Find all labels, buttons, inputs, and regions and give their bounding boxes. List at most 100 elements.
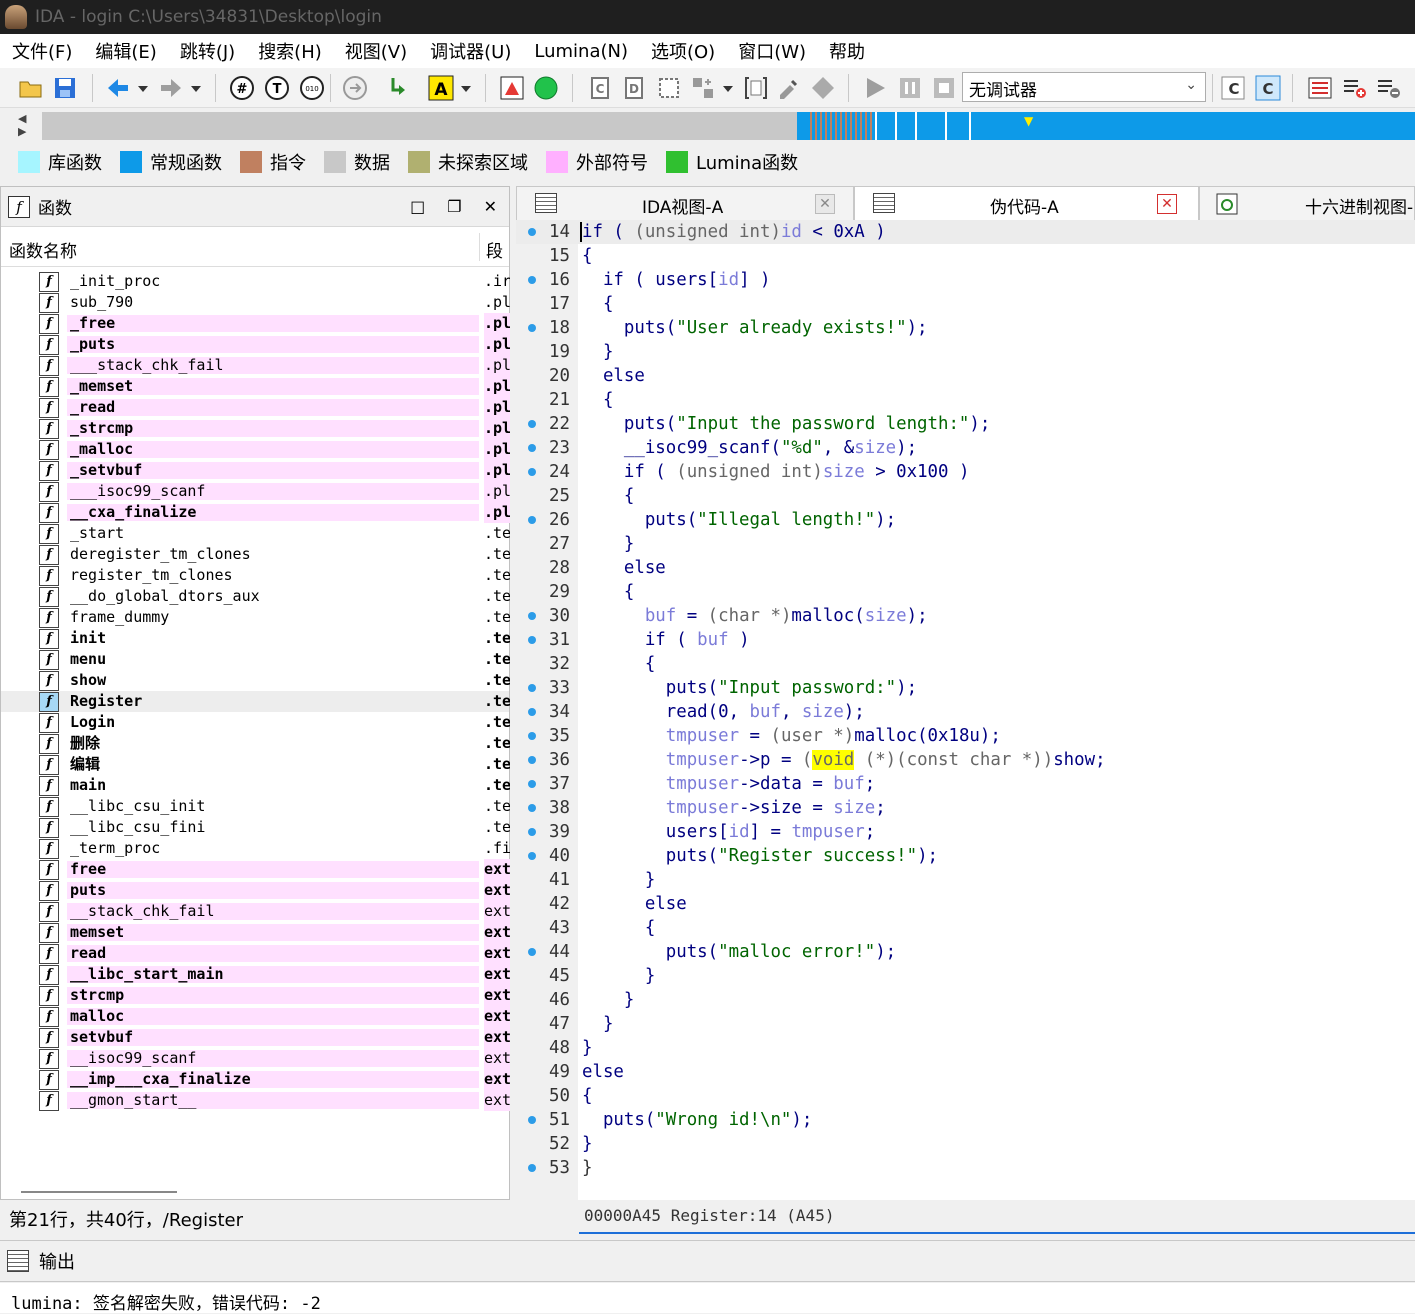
code-line[interactable]: 50 { [516, 1084, 1415, 1108]
function-row[interactable]: f _strcmp .pl [1, 418, 510, 439]
function-icon[interactable] [656, 75, 682, 101]
struct-icon[interactable] [690, 75, 716, 101]
function-row[interactable]: f setvbuf ext [1, 1027, 510, 1048]
function-row[interactable]: f __libc_csu_fini .te [1, 817, 510, 838]
diamond-icon[interactable] [810, 75, 836, 101]
code-line[interactable]: 16 if ( users[id] ) [516, 268, 1415, 292]
back-arrow-icon[interactable] [105, 75, 131, 101]
code-line[interactable]: 22 puts("Input the password length:"); [516, 412, 1415, 436]
function-row[interactable]: f __isoc99_scanf ext [1, 1048, 510, 1069]
code-line[interactable]: 26 puts("Illegal length!"); [516, 508, 1415, 532]
breakpoint-dot-icon[interactable] [528, 732, 536, 740]
code-line[interactable]: 46 } [516, 988, 1415, 1012]
menu-help[interactable]: 帮助 [829, 38, 865, 64]
function-row[interactable]: f __cxa_finalize .pl [1, 502, 510, 523]
breakpoint-dot-icon[interactable] [528, 804, 536, 812]
menu-view[interactable]: 视图(V) [345, 38, 407, 64]
function-row[interactable]: f Login .te [1, 712, 510, 733]
code-line[interactable]: 31 if ( buf ) [516, 628, 1415, 652]
function-row[interactable]: f __libc_start_main ext [1, 964, 510, 985]
code-line[interactable]: 17 { [516, 292, 1415, 316]
open-folder-icon[interactable] [18, 75, 44, 101]
decompile-refresh-icon[interactable]: C [1255, 75, 1281, 101]
pseudocode-view[interactable]: 14 if ( (unsigned int)id < 0xA ) 15 {16 if … [516, 220, 1415, 1232]
code-line[interactable]: 45 } [516, 964, 1415, 988]
add-list-icon[interactable] [1342, 75, 1368, 101]
breakpoint-dot-icon[interactable] [528, 756, 536, 764]
nav-scroll-arrows[interactable]: ◀ ▶ [18, 112, 32, 140]
function-row[interactable]: f main .te [1, 775, 510, 796]
code-line[interactable]: 49 else [516, 1060, 1415, 1084]
function-row[interactable]: f sub_790 .pl [1, 292, 510, 313]
restore-icon[interactable]: ❐ [447, 197, 461, 216]
hex-view-icon[interactable]: 010 [299, 75, 325, 101]
column-function-name[interactable]: 函数名称 [9, 237, 77, 262]
function-row[interactable]: f frame_dummy .te [1, 607, 510, 628]
code-line[interactable]: 20 else [516, 364, 1415, 388]
graph-icon[interactable]: # [229, 75, 255, 101]
text-view-icon[interactable]: T [264, 75, 290, 101]
code-line[interactable]: 36 tmpuser->p = (void (*)(const char *))… [516, 748, 1415, 772]
breakpoint-dot-icon[interactable] [528, 780, 536, 788]
struct-dropdown-icon[interactable] [720, 75, 736, 101]
code-line[interactable]: 29 { [516, 580, 1415, 604]
function-row[interactable]: f ___isoc99_scanf .pl [1, 481, 510, 502]
function-row[interactable]: f 编辑 .te [1, 754, 510, 775]
menu-lumina[interactable]: Lumina(N) [534, 41, 628, 62]
horizontal-scrollbar[interactable] [21, 1191, 177, 1193]
breakpoint-dot-icon[interactable] [528, 516, 536, 524]
code-line[interactable]: 47 } [516, 1012, 1415, 1036]
code-line[interactable]: 28 else [516, 556, 1415, 580]
code-line[interactable]: 27 } [516, 532, 1415, 556]
breakpoint-dot-icon[interactable] [528, 1164, 536, 1172]
data-icon[interactable]: D [622, 75, 648, 101]
function-row[interactable]: f _term_proc .fi [1, 838, 510, 859]
function-row[interactable]: f free ext [1, 859, 510, 880]
maximize-icon[interactable]: □ [410, 197, 425, 216]
play-icon[interactable] [862, 75, 888, 101]
code-line[interactable]: 52} [516, 1132, 1415, 1156]
patch-icon[interactable] [776, 75, 802, 101]
close-icon[interactable]: ✕ [1157, 194, 1177, 214]
code-line[interactable]: 18 puts("User already exists!"); [516, 316, 1415, 340]
breakpoint-icon[interactable] [499, 75, 525, 101]
function-row[interactable]: f __do_global_dtors_aux .te [1, 586, 510, 607]
code-line[interactable]: 53} [516, 1156, 1415, 1180]
function-row[interactable]: f Register .te [1, 691, 510, 712]
function-row[interactable]: f _memset .pl [1, 376, 510, 397]
function-row[interactable]: f _malloc .pl [1, 439, 510, 460]
menu-jump[interactable]: 跳转(J) [180, 38, 235, 64]
function-row[interactable]: f __libc_csu_init .te [1, 796, 510, 817]
function-row[interactable]: f _puts .pl [1, 334, 510, 355]
color-dropdown-icon[interactable] [458, 75, 474, 101]
jump-icon[interactable] [342, 75, 368, 101]
breakpoint-dot-icon[interactable] [528, 684, 536, 692]
breakpoint-dot-icon[interactable] [528, 612, 536, 620]
function-row[interactable]: f __gmon_start__ ext [1, 1090, 510, 1111]
tab-hex-view[interactable]: 十六进制视图- [1199, 186, 1415, 220]
code-line[interactable]: 30 buf = (char *)malloc(size); [516, 604, 1415, 628]
function-row[interactable]: f malloc ext [1, 1006, 510, 1027]
code-line[interactable]: 33 puts("Input password:"); [516, 676, 1415, 700]
pause-icon[interactable] [897, 75, 923, 101]
breakpoint-dot-icon[interactable] [528, 324, 536, 332]
string-color-icon[interactable]: A [428, 75, 454, 101]
code-line[interactable]: 34 read(0, buf, size); [516, 700, 1415, 724]
code-line[interactable]: 32 { [516, 652, 1415, 676]
menu-file[interactable]: 文件(F) [12, 38, 72, 64]
column-separator[interactable] [479, 233, 480, 261]
code-line[interactable]: 48} [516, 1036, 1415, 1060]
tab-pseudocode[interactable]: 伪代码-A ✕ [854, 186, 1199, 220]
code-line[interactable]: 43 { [516, 916, 1415, 940]
function-row[interactable]: f ___stack_chk_fail .pl [1, 355, 510, 376]
function-row[interactable]: f _read .pl [1, 397, 510, 418]
back-dropdown-icon[interactable] [135, 75, 151, 101]
function-row[interactable]: f _init_proc .ir [1, 271, 510, 292]
breakpoint-dot-icon[interactable] [528, 468, 536, 476]
tab-ida-view[interactable]: IDA视图-A ✕ [516, 186, 854, 220]
function-row[interactable]: f _setvbuf .pl [1, 460, 510, 481]
code-line[interactable]: 24 if ( (unsigned int)size > 0x100 ) [516, 460, 1415, 484]
run-green-icon[interactable] [533, 75, 559, 101]
menu-windows[interactable]: 窗口(W) [738, 38, 806, 64]
array-icon[interactable] [743, 75, 769, 101]
